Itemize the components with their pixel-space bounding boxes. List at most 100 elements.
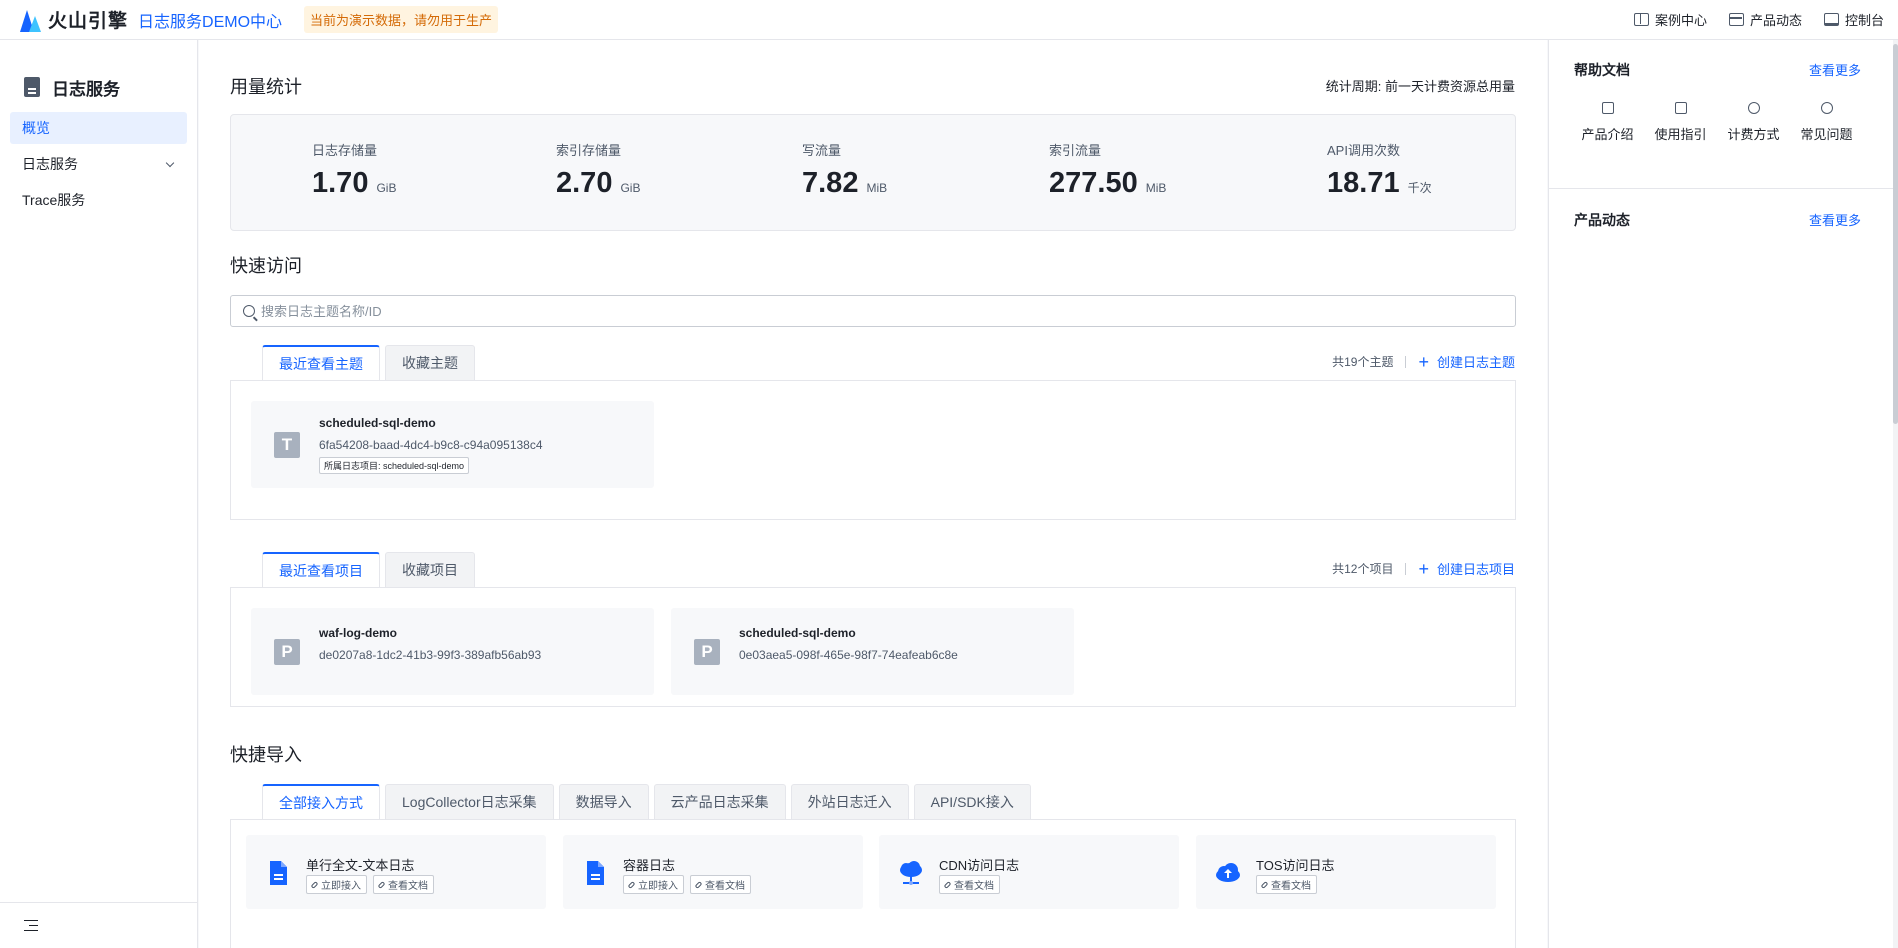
link-icon bbox=[694, 880, 703, 889]
help-docs-title: 帮助文档 bbox=[1574, 62, 1630, 78]
project-card[interactable]: P waf-log-demo de0207a8-1dc2-41b3-99f3-3… bbox=[251, 608, 654, 695]
sidebar-item-overview[interactable]: 概览 bbox=[10, 112, 187, 144]
tab-cloud-product-logs[interactable]: 云产品日志采集 bbox=[653, 784, 786, 819]
topic-name: scheduled-sql-demo bbox=[319, 416, 436, 430]
log-service-icon bbox=[24, 77, 40, 97]
sidebar: 日志服务 概览 日志服务 Trace服务 bbox=[0, 40, 198, 948]
import-card-cdn-log[interactable]: CDN访问日志 查看文档 bbox=[879, 835, 1179, 909]
project-name: scheduled-sql-demo bbox=[739, 626, 856, 640]
tab-favorite-projects[interactable]: 收藏项目 bbox=[385, 552, 475, 587]
topic-count: 共19个主题 bbox=[1332, 355, 1394, 369]
plus-icon: + bbox=[1418, 351, 1429, 372]
import-tabs: 全部接入方式 LogCollector日志采集 数据导入 云产品日志采集 外站日… bbox=[262, 784, 1036, 819]
chevron-down-icon bbox=[165, 158, 175, 167]
tab-recent-topics[interactable]: 最近查看主题 bbox=[262, 345, 380, 380]
scrollbar-thumb[interactable] bbox=[1893, 44, 1898, 424]
usage-title: 用量统计 bbox=[230, 77, 302, 97]
brand-name: 火山引擎 bbox=[48, 11, 129, 32]
import-card-title: 容器日志 bbox=[623, 858, 676, 873]
connect-now-button[interactable]: 立即接入 bbox=[306, 875, 367, 894]
volcano-logo-icon bbox=[18, 8, 42, 32]
project-name: waf-log-demo bbox=[319, 626, 397, 640]
project-count: 共12个项目 bbox=[1332, 562, 1394, 576]
help-links: 产品介绍 使用指引 计费方式 常见问题 bbox=[1571, 102, 1863, 143]
plus-icon: + bbox=[1418, 558, 1429, 579]
import-panel: 单行全文-文本日志 立即接入 查看文档 容器日志 立即接入 查看文档 CDN访问… bbox=[230, 819, 1516, 948]
topic-avatar: T bbox=[274, 432, 300, 458]
project-meta: 共12个项目 + 创建日志项目 bbox=[1332, 559, 1515, 578]
help-link-guide[interactable]: 使用指引 bbox=[1644, 102, 1717, 143]
topic-panel: T scheduled-sql-demo 6fa54208-baad-4dc4-… bbox=[230, 380, 1516, 520]
project-card[interactable]: P scheduled-sql-demo 0e03aea5-098f-465e-… bbox=[671, 608, 1074, 695]
stat-write-traffic: 写流量 7.82 MiB bbox=[802, 143, 888, 199]
stat-log-storage: 日志存储量 1.70 GiB bbox=[312, 143, 397, 199]
collapse-sidebar-icon[interactable] bbox=[24, 919, 38, 932]
usage-stats-box: 日志存储量 1.70 GiB 索引存储量 2.70 GiB 写流量 7.82 MiB … bbox=[230, 114, 1516, 231]
question-icon bbox=[1820, 102, 1833, 114]
project-avatar: P bbox=[694, 639, 720, 665]
tab-recent-projects[interactable]: 最近查看项目 bbox=[262, 552, 380, 587]
project-id: de0207a8-1dc2-41b3-99f3-389afb56ab93 bbox=[319, 648, 542, 662]
product-news-title: 产品动态 bbox=[1574, 212, 1630, 228]
cdn-cloud-icon bbox=[900, 861, 922, 885]
page-scrollbar[interactable] bbox=[1893, 40, 1898, 948]
tab-api-sdk[interactable]: API/SDK接入 bbox=[913, 784, 1031, 819]
stat-index-traffic: 索引流量 277.50 MiB bbox=[1049, 143, 1167, 199]
product-news-link[interactable]: 产品动态 bbox=[1728, 10, 1802, 29]
topic-id: 6fa54208-baad-4dc4-b9c8-c94a095138c4 bbox=[319, 438, 543, 452]
import-card-title: TOS访问日志 bbox=[1256, 858, 1335, 873]
help-link-faq[interactable]: 常见问题 bbox=[1790, 102, 1863, 143]
doc-icon bbox=[1601, 102, 1614, 114]
view-docs-button[interactable]: 查看文档 bbox=[690, 875, 751, 894]
main-content: 用量统计 统计周期: 前一天计费资源总用量 日志存储量 1.70 GiB 索引存储… bbox=[199, 40, 1547, 948]
case-center-link[interactable]: 案例中心 bbox=[1633, 10, 1707, 29]
import-card-tos-log[interactable]: TOS访问日志 查看文档 bbox=[1196, 835, 1496, 909]
book-open-icon bbox=[1674, 102, 1687, 114]
help-link-billing[interactable]: 计费方式 bbox=[1717, 102, 1790, 143]
sidebar-item-trace[interactable]: Trace服务 bbox=[10, 184, 187, 216]
topic-project-tag: 所属日志项目: scheduled-sql-demo bbox=[319, 457, 470, 474]
usage-period: 统计周期: 前一天计费资源总用量 bbox=[1325, 79, 1515, 94]
topic-search-box bbox=[230, 295, 1516, 327]
tab-external-migration[interactable]: 外站日志迁入 bbox=[790, 784, 909, 819]
link-icon bbox=[1260, 880, 1269, 889]
product-news-more-link[interactable]: 查看更多 bbox=[1809, 210, 1861, 229]
quick-access-title: 快速访问 bbox=[230, 256, 302, 276]
import-card-container-log[interactable]: 容器日志 立即接入 查看文档 bbox=[563, 835, 863, 909]
link-icon bbox=[627, 880, 636, 889]
topic-card[interactable]: T scheduled-sql-demo 6fa54208-baad-4dc4-… bbox=[251, 401, 654, 488]
topic-search-input[interactable] bbox=[261, 303, 861, 319]
project-avatar: P bbox=[274, 639, 300, 665]
project-panel: P waf-log-demo de0207a8-1dc2-41b3-99f3-3… bbox=[230, 587, 1516, 707]
create-topic-button[interactable]: + 创建日志主题 bbox=[1418, 352, 1515, 371]
view-docs-button[interactable]: 查看文档 bbox=[373, 875, 434, 894]
tab-favorite-topics[interactable]: 收藏主题 bbox=[385, 345, 475, 380]
monitor-icon bbox=[1823, 13, 1839, 26]
file-icon bbox=[270, 861, 287, 885]
file-icon bbox=[587, 861, 604, 885]
create-project-button[interactable]: + 创建日志项目 bbox=[1418, 559, 1515, 578]
sidebar-item-log-service[interactable]: 日志服务 bbox=[10, 148, 187, 180]
tab-all-methods[interactable]: 全部接入方式 bbox=[262, 784, 380, 819]
right-panel: 帮助文档 查看更多 产品介绍 使用指引 计费方式 常见问题 产品动态 查看更多 bbox=[1548, 40, 1894, 948]
console-link[interactable]: 控制台 bbox=[1823, 10, 1884, 29]
sidebar-title: 日志服务 bbox=[0, 40, 197, 112]
tab-logcollector[interactable]: LogCollector日志采集 bbox=[385, 784, 554, 819]
divider bbox=[1549, 188, 1894, 189]
brand-logo[interactable]: 火山引擎 日志服务DEMO中心 bbox=[18, 6, 282, 33]
import-card-text-log[interactable]: 单行全文-文本日志 立即接入 查看文档 bbox=[246, 835, 546, 909]
project-tabs: 最近查看项目 收藏项目 bbox=[262, 552, 480, 587]
connect-now-button[interactable]: 立即接入 bbox=[623, 875, 684, 894]
help-link-intro[interactable]: 产品介绍 bbox=[1571, 102, 1644, 143]
search-icon bbox=[243, 305, 255, 317]
view-docs-button[interactable]: 查看文档 bbox=[939, 875, 1000, 894]
project-id: 0e03aea5-098f-465e-98f7-74eafeab6c8e bbox=[739, 648, 958, 662]
tab-data-import[interactable]: 数据导入 bbox=[558, 784, 649, 819]
quick-import-title: 快捷导入 bbox=[230, 745, 302, 765]
help-docs-more-link[interactable]: 查看更多 bbox=[1809, 60, 1861, 79]
book-icon bbox=[1633, 13, 1649, 26]
stat-index-storage: 索引存储量 2.70 GiB bbox=[556, 143, 641, 199]
product-name: 日志服务DEMO中心 bbox=[138, 13, 283, 31]
view-docs-button[interactable]: 查看文档 bbox=[1256, 875, 1317, 894]
stat-api-calls: API调用次数 18.71 千次 bbox=[1327, 143, 1432, 199]
